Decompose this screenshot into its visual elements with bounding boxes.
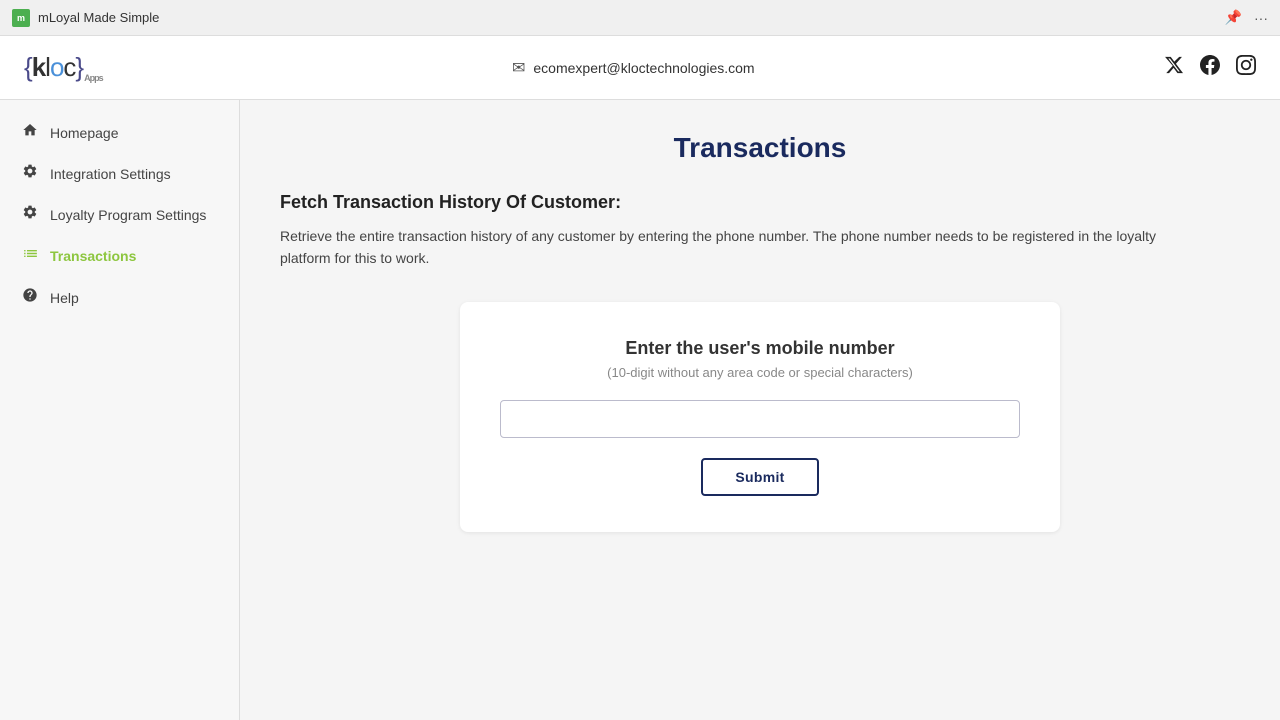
main-content: Transactions Fetch Transaction History O… xyxy=(240,100,1280,720)
section-title: Fetch Transaction History Of Customer: xyxy=(280,192,1240,213)
sidebar-label-loyalty-program-settings: Loyalty Program Settings xyxy=(50,207,206,223)
browser-bar-right: 📌 ··· xyxy=(1225,9,1268,26)
sidebar-item-loyalty-program-settings[interactable]: Loyalty Program Settings xyxy=(0,194,239,235)
sidebar: Homepage Integration Settings Loyalty Pr… xyxy=(0,100,240,720)
mobile-number-card: Enter the user's mobile number (10-digit… xyxy=(460,302,1060,532)
instagram-icon[interactable] xyxy=(1236,55,1256,80)
sidebar-item-help[interactable]: Help xyxy=(0,277,239,318)
help-icon xyxy=(20,287,40,308)
email-icon: ✉ xyxy=(512,58,525,78)
browser-tab: m mLoyal Made Simple xyxy=(12,9,159,27)
gear-icon-loyalty xyxy=(20,204,40,225)
facebook-icon[interactable] xyxy=(1200,55,1220,80)
header-email: ecomexpert@kloctechnologies.com xyxy=(533,60,754,76)
twitter-icon[interactable] xyxy=(1164,55,1184,80)
browser-tab-title: mLoyal Made Simple xyxy=(38,10,159,25)
pin-icon[interactable]: 📌 xyxy=(1225,9,1242,26)
browser-bar: m mLoyal Made Simple 📌 ··· xyxy=(0,0,1280,36)
transactions-icon xyxy=(20,245,40,267)
logo: {kloc}Apps xyxy=(24,52,103,83)
browser-tab-icon: m xyxy=(12,9,30,27)
page-title: Transactions xyxy=(280,132,1240,164)
section-description: Retrieve the entire transaction history … xyxy=(280,225,1180,270)
logo-text: {kloc}Apps xyxy=(24,52,103,83)
sidebar-label-transactions: Transactions xyxy=(50,248,136,264)
card-title: Enter the user's mobile number xyxy=(500,338,1020,359)
social-links xyxy=(1164,55,1256,80)
header-email-section: ✉ ecomexpert@kloctechnologies.com xyxy=(512,58,755,78)
more-icon[interactable]: ··· xyxy=(1254,10,1268,26)
phone-number-input[interactable] xyxy=(500,400,1020,438)
sidebar-label-integration-settings: Integration Settings xyxy=(50,166,171,182)
card-subtitle: (10-digit without any area code or speci… xyxy=(500,365,1020,380)
sidebar-item-transactions[interactable]: Transactions xyxy=(0,235,239,277)
home-icon xyxy=(20,122,40,143)
sidebar-label-help: Help xyxy=(50,290,79,306)
submit-btn-container: Submit xyxy=(500,458,1020,496)
sidebar-label-homepage: Homepage xyxy=(50,125,119,141)
gear-icon-integration xyxy=(20,163,40,184)
sidebar-item-integration-settings[interactable]: Integration Settings xyxy=(0,153,239,194)
submit-button[interactable]: Submit xyxy=(701,458,818,496)
app-header: {kloc}Apps ✉ ecomexpert@kloctechnologies… xyxy=(0,36,1280,100)
sidebar-item-homepage[interactable]: Homepage xyxy=(0,112,239,153)
main-layout: Homepage Integration Settings Loyalty Pr… xyxy=(0,100,1280,720)
